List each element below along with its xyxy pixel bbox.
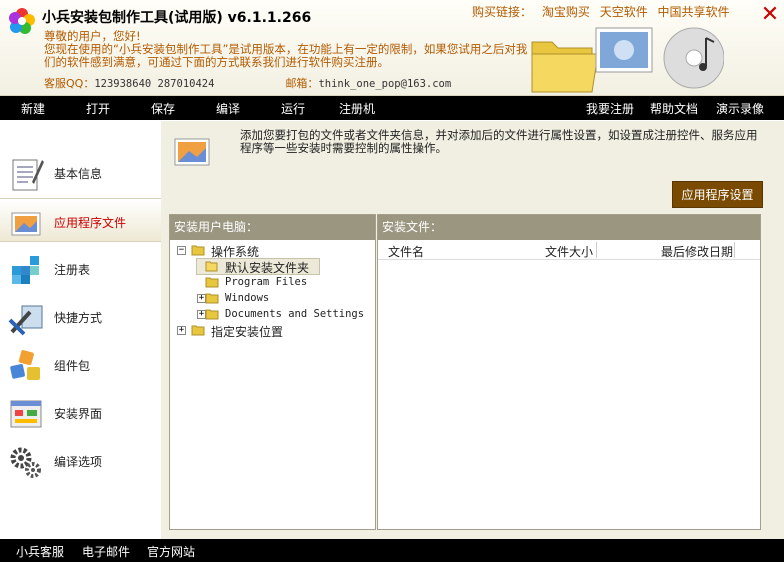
contact-info: 客服QQ：123938640 287010424 邮箱：think_one_po… xyxy=(44,75,451,91)
footer-link-email[interactable]: 电子邮件 xyxy=(82,543,130,560)
folder-icon xyxy=(191,245,205,256)
buy-link-taobao[interactable]: 淘宝购买 xyxy=(542,5,590,19)
folder-icon xyxy=(191,325,205,336)
tree-node-label: 指定安装位置 xyxy=(211,325,284,339)
column-divider[interactable] xyxy=(596,242,597,258)
sidebar-item-shortcut[interactable]: 快捷方式 xyxy=(0,294,161,338)
main-content: 添加您要打包的文件或者文件夹信息，并对添加后的文件进行属性设置，如设置成注册控件… xyxy=(161,121,784,539)
section-description: 添加您要打包的文件或者文件夹信息，并对添加后的文件进行属性设置，如设置成注册控件… xyxy=(240,128,758,155)
collapse-icon[interactable]: − xyxy=(177,246,186,255)
footer-link-website[interactable]: 官方网站 xyxy=(147,543,195,560)
banner-decoration-icon xyxy=(531,27,724,93)
sidebar-item-label: 安装界面 xyxy=(54,407,103,421)
tree-node-label: 默认安装文件夹 xyxy=(225,261,310,275)
gears-icon xyxy=(10,447,41,478)
menu-compile[interactable]: 编译 xyxy=(216,100,240,117)
install-files-panel: 安装文件： 文件名 文件大小 最后修改日期 xyxy=(377,214,761,530)
menu-new[interactable]: 新建 xyxy=(21,100,45,117)
menu-bar: 新建 打开 保存 编译 运行 注册机 我要注册 帮助文档 演示录像 xyxy=(0,96,784,120)
app-title: 小兵安装包制作工具(试用版) v6.1.1.266 xyxy=(42,10,312,26)
registry-icon xyxy=(12,256,39,284)
column-filename[interactable]: 文件名 xyxy=(388,243,424,260)
column-filesize[interactable]: 文件大小 xyxy=(545,243,593,260)
email-label: 邮箱： xyxy=(285,77,319,90)
flower-logo-icon xyxy=(9,8,35,34)
header-banner: 小兵安装包制作工具(试用版) v6.1.1.266 购买链接： 淘宝购买 天空软… xyxy=(0,0,784,96)
install-computer-panel: 安装用户电脑： − 操作系统 默认安装文件夹 Program Files + W… xyxy=(169,214,376,530)
menu-keygen[interactable]: 注册机 xyxy=(339,100,375,117)
menu-help[interactable]: 帮助文档 xyxy=(650,100,698,117)
column-modified-date[interactable]: 最后修改日期 xyxy=(661,243,733,260)
sidebar-item-label: 应用程序文件 xyxy=(54,216,127,230)
qq-value: 123938640 287010424 xyxy=(94,78,215,90)
sidebar-item-label: 注册表 xyxy=(54,263,91,277)
sidebar-item-compile-options[interactable]: 编译选项 xyxy=(0,438,161,482)
buy-label: 购买链接： xyxy=(472,5,533,19)
sidebar-item-label: 基本信息 xyxy=(54,167,103,181)
sidebar-item-install-ui[interactable]: 安装界面 xyxy=(0,390,161,434)
component-package-icon xyxy=(10,350,40,380)
sidebar-item-components[interactable]: 组件包 xyxy=(0,342,161,386)
image-file-icon xyxy=(174,138,210,166)
menu-save[interactable]: 保存 xyxy=(151,100,175,117)
email-value: think_one_pop@163.com xyxy=(318,78,452,90)
folder-icon xyxy=(205,293,219,304)
close-icon[interactable]: ✕ xyxy=(760,4,780,26)
tree-node-label: Windows xyxy=(225,292,270,304)
tree-node-label: Documents and Settings xyxy=(225,308,365,320)
sidebar-item-label: 组件包 xyxy=(54,359,91,373)
notepad-icon xyxy=(12,159,44,191)
menu-run[interactable]: 运行 xyxy=(281,100,305,117)
menu-register[interactable]: 我要注册 xyxy=(586,100,634,117)
sidebar-item-app-files[interactable]: 应用程序文件 xyxy=(0,198,161,242)
sidebar-item-registry[interactable]: 注册表 xyxy=(0,246,161,290)
notice-body: 您现在使用的“小兵安装包制作工具”是试用版本，在功能上有一定的限制，如果您试用之… xyxy=(44,42,528,69)
tree-node-label: 操作系统 xyxy=(211,245,260,259)
right-panel-title: 安装文件： xyxy=(378,215,760,240)
folder-icon xyxy=(205,309,219,320)
install-ui-icon xyxy=(10,400,42,428)
footer-link-support[interactable]: 小兵客服 xyxy=(16,543,64,560)
trial-notice: 尊敬的用户，您好! 您现在使用的“小兵安装包制作工具”是试用版本，在功能上有一定… xyxy=(44,30,530,69)
image-file-icon xyxy=(11,212,41,236)
buy-link-shareware[interactable]: 中国共享软件 xyxy=(658,5,730,19)
shortcut-icon xyxy=(8,305,43,336)
file-list-header: 文件名 文件大小 最后修改日期 xyxy=(378,240,760,260)
folder-icon xyxy=(205,277,219,288)
menu-open[interactable]: 打开 xyxy=(86,100,110,117)
tree-node-default-folder[interactable]: 默认安装文件夹 xyxy=(196,258,320,275)
footer-bar: 小兵客服 电子邮件 官方网站 xyxy=(0,539,784,562)
sidebar: 基本信息 应用程序文件 注册表 快捷方式 组件包 安装界面 编译选项 xyxy=(0,121,161,539)
folder-open-icon xyxy=(205,261,218,272)
buy-links: 购买链接： 淘宝购买 天空软件 中国共享软件 xyxy=(472,3,736,20)
expand-icon[interactable]: + xyxy=(177,326,186,335)
sidebar-item-basic-info[interactable]: 基本信息 xyxy=(0,150,161,194)
left-panel-title: 安装用户电脑： xyxy=(170,215,375,240)
column-divider[interactable] xyxy=(734,242,735,258)
app-settings-button[interactable]: 应用程序设置 xyxy=(672,181,763,208)
sidebar-item-label: 快捷方式 xyxy=(54,311,103,325)
sidebar-item-label: 编译选项 xyxy=(54,455,103,469)
qq-label: 客服QQ： xyxy=(44,77,95,90)
menu-demo-video[interactable]: 演示录像 xyxy=(716,100,764,117)
tree-node-label: Program Files xyxy=(225,276,308,288)
buy-link-skysoft[interactable]: 天空软件 xyxy=(600,5,648,19)
